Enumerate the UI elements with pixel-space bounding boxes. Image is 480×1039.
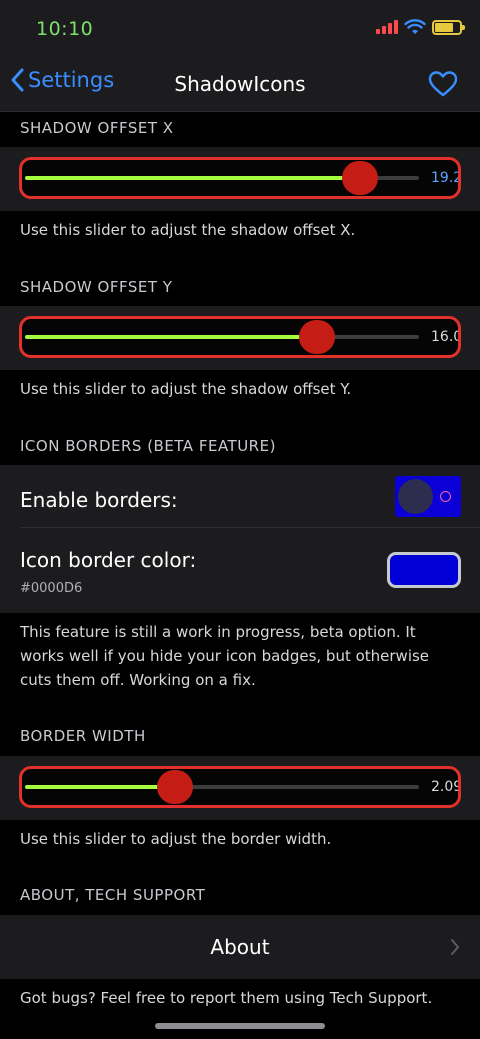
offset-x-footer: Use this slider to adjust the shadow off… bbox=[20, 221, 356, 239]
slider-thumb[interactable] bbox=[292, 319, 341, 355]
offset-y-footer: Use this slider to adjust the shadow off… bbox=[20, 380, 352, 398]
about-footer: Got bugs? Feel free to report them using… bbox=[20, 989, 433, 1007]
icon-borders-footer: This feature is still a work in progress… bbox=[20, 623, 430, 689]
offset-x-value: 19.2 bbox=[431, 170, 461, 186]
battery-icon bbox=[432, 19, 465, 35]
status-bar: 10:10 bbox=[0, 0, 480, 56]
section-header-border-width: BORDER WIDTH bbox=[20, 727, 146, 745]
section-header-offset-x: SHADOW OFFSET X bbox=[20, 119, 174, 137]
chevron-right-icon bbox=[451, 939, 459, 955]
home-indicator[interactable] bbox=[155, 1023, 325, 1029]
navigation-bar: Settings ShadowIcons bbox=[0, 56, 480, 112]
border-color-row[interactable]: Icon border color: #0000D6 bbox=[0, 528, 480, 613]
border-color-label: Icon border color: bbox=[20, 548, 197, 572]
offset-x-slider-cell: 19.2 bbox=[0, 147, 480, 211]
slider-fill bbox=[25, 335, 317, 339]
enable-borders-toggle[interactable] bbox=[395, 476, 461, 517]
border-color-swatch[interactable] bbox=[387, 552, 461, 588]
slider-fill bbox=[25, 176, 360, 180]
slider-track bbox=[25, 785, 419, 789]
about-row[interactable]: About bbox=[0, 915, 480, 979]
border-color-hex: #0000D6 bbox=[20, 581, 83, 596]
enable-borders-label: Enable borders: bbox=[20, 488, 178, 512]
cellular-signal-icon bbox=[376, 20, 398, 34]
slider-thumb[interactable] bbox=[150, 769, 199, 805]
wifi-icon bbox=[404, 19, 426, 34]
border-width-slider[interactable]: 2.09 bbox=[19, 766, 461, 808]
section-header-icon-borders: ICON BORDERS (BETA FEATURE) bbox=[20, 437, 276, 455]
offset-y-slider[interactable]: 16.0 bbox=[19, 316, 461, 358]
heart-icon[interactable] bbox=[428, 70, 458, 98]
toggle-on-indicator-icon bbox=[440, 491, 451, 502]
slider-thumb[interactable] bbox=[335, 160, 384, 196]
border-width-slider-cell: 2.09 bbox=[0, 756, 480, 820]
status-icons bbox=[376, 19, 465, 35]
section-header-about: ABOUT, TECH SUPPORT bbox=[20, 886, 206, 904]
status-time: 10:10 bbox=[36, 18, 94, 40]
offset-y-slider-cell: 16.0 bbox=[0, 306, 480, 370]
border-width-value: 2.09 bbox=[431, 779, 461, 795]
about-label: About bbox=[210, 935, 270, 959]
section-header-offset-y: SHADOW OFFSET Y bbox=[20, 278, 173, 296]
icon-borders-group: Enable borders: Icon border color: #0000… bbox=[0, 465, 480, 613]
page-title: ShadowIcons bbox=[174, 72, 306, 96]
border-width-footer: Use this slider to adjust the border wid… bbox=[20, 830, 332, 848]
slider-fill bbox=[25, 785, 175, 789]
enable-borders-row: Enable borders: bbox=[0, 465, 480, 527]
offset-y-value: 16.0 bbox=[431, 329, 461, 345]
offset-x-slider[interactable]: 19.2 bbox=[19, 157, 461, 199]
toggle-knob bbox=[398, 479, 433, 514]
slider-track bbox=[25, 335, 419, 339]
